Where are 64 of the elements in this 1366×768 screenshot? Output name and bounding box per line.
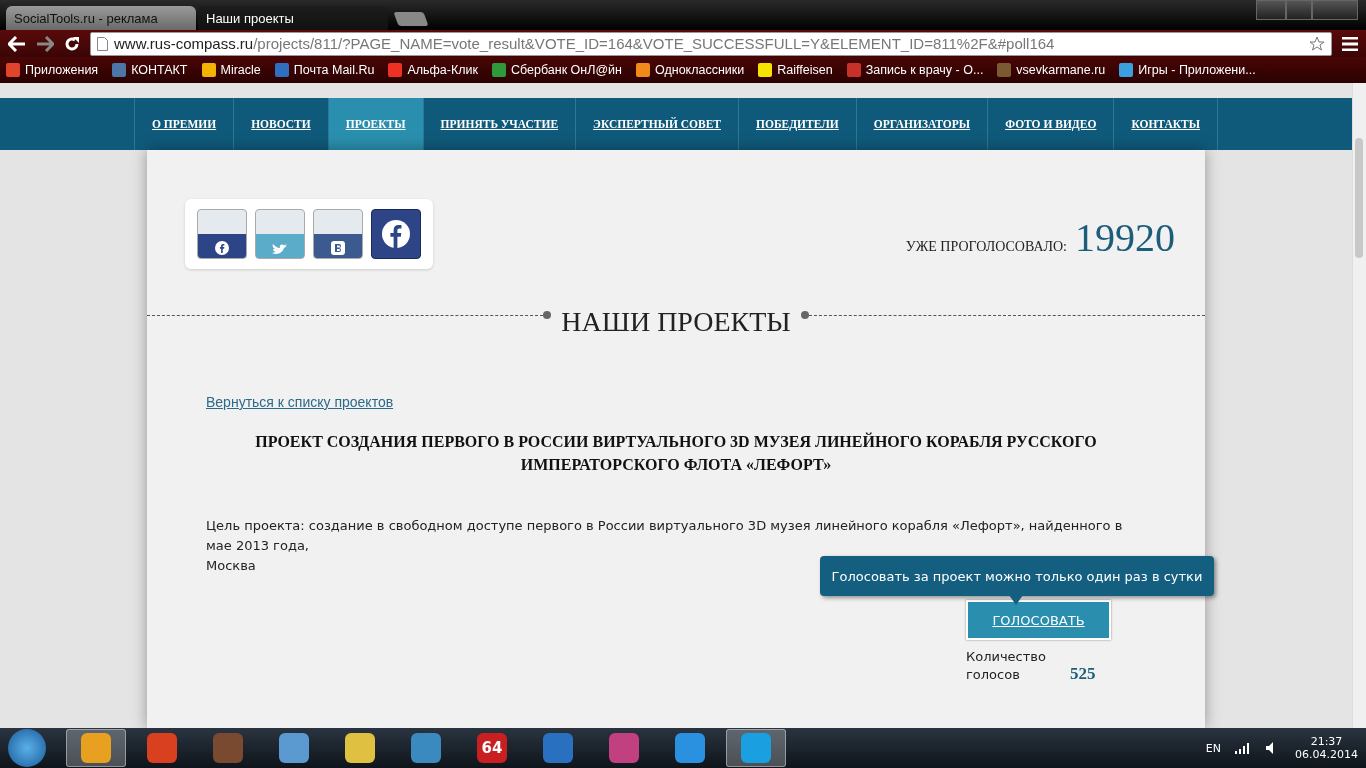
page-icon	[97, 36, 108, 51]
start-button[interactable]	[8, 729, 46, 767]
twitter-share-button[interactable]	[255, 209, 305, 259]
bookmark[interactable]: Приложения	[6, 63, 99, 77]
new-tab-button[interactable]	[393, 12, 429, 26]
facebook-share-button[interactable]	[197, 209, 247, 259]
bookmark[interactable]: Raiffeisen	[758, 63, 833, 77]
app-icon	[543, 733, 573, 763]
bookmark[interactable]: Альфа-Клик	[388, 63, 478, 77]
app-icon	[345, 733, 375, 763]
bird-icon	[272, 243, 288, 255]
bookmark[interactable]: Игры - Приложени...	[1119, 63, 1256, 77]
close-button[interactable]	[1312, 0, 1358, 20]
divider-dot	[543, 311, 552, 319]
facebook-button[interactable]	[371, 209, 421, 259]
vote-button[interactable]: ГОЛОСОВАТЬ	[966, 600, 1111, 640]
facebook-icon	[382, 220, 410, 248]
votes-total-value: 19920	[1075, 213, 1175, 261]
taskbar-app[interactable]: 64	[462, 729, 522, 767]
votes-label: Количество голосов	[966, 648, 1047, 684]
divider-dot	[800, 311, 809, 319]
scrollbar[interactable]	[1352, 83, 1366, 728]
bookmark[interactable]: Запись к врачу - О...	[846, 63, 984, 77]
bookmark[interactable]: Miracle	[201, 63, 261, 77]
language-indicator[interactable]: EN	[1205, 741, 1221, 755]
star-icon[interactable]	[1309, 35, 1325, 52]
bookmark[interactable]: КОНТАКТ	[112, 63, 188, 77]
app-icon	[279, 733, 309, 763]
back-icon[interactable]	[8, 35, 26, 52]
app-icon	[147, 733, 177, 763]
bookmark[interactable]: Почта Mail.Ru	[274, 63, 375, 77]
project-title: ПРОЕКТ СОЗДАНИЯ ПЕРВОГО В РОССИИ ВИРТУАЛЬНОГО 3D МУЗЕЯ ЛИНЕЙНОГО КОРАБЛЯ РУССКОГО ИМПЕРАТОРСКОГО ФЛОТА «ЛЕФОРТ»	[254, 431, 1098, 475]
bookmark[interactable]: vsevkarmane.ru	[997, 63, 1106, 77]
bookmark[interactable]: Одноклассники	[636, 63, 745, 77]
signal-icon[interactable]	[1235, 742, 1251, 754]
vk-icon	[331, 241, 345, 255]
app-icon	[609, 733, 639, 763]
votes-count: 525	[1070, 664, 1096, 684]
app-icon	[213, 733, 243, 763]
app-icon	[741, 733, 771, 763]
app-icon	[675, 733, 705, 763]
forward-icon[interactable]	[36, 35, 54, 52]
votes-total-label: УЖЕ ПРОГОЛОСОВАЛО:	[905, 238, 1067, 255]
bookmark[interactable]: Сбербанк ОнЛ@йн	[491, 63, 622, 77]
clock[interactable]: 21:37 06.04.2014	[1295, 735, 1358, 761]
url-host: www.rus-compass.ru	[114, 35, 254, 52]
back-link[interactable]: Вернуться к списку проектов	[206, 394, 394, 410]
browser-tab[interactable]: SocialTools.ru - реклама	[6, 6, 196, 30]
minimize-button[interactable]	[1256, 0, 1286, 20]
browser-tab[interactable]: Наши проекты	[198, 6, 388, 30]
app-icon: 64	[477, 733, 507, 763]
facebook-icon	[215, 241, 229, 255]
project-description: Цель проекта: создание в свободном доступе первого в России виртуального 3D музея линейного корабля «Лефорт», найденного в мае 2013 года,	[206, 517, 1124, 555]
app-icon	[81, 733, 111, 763]
url-path: /projects/811/?PAGE_NAME=vote_result&VOTE_ID=164&VOTE_SUCCESSFULL=Y&ELEMENT_ID=811%2F&#poll164	[253, 35, 1056, 52]
menu-icon[interactable]	[1342, 36, 1358, 51]
reload-icon[interactable]	[64, 35, 80, 52]
section-title: НАШИ ПРОЕКТЫ	[561, 306, 791, 338]
address-bar[interactable]: www.rus-compass.ru/projects/811/?PAGE_NAME=vote_result&VOTE_ID=164&VOTE_SUCCESSFULL=Y&ELEMENT_ID=811%2F&#poll164	[90, 31, 1332, 56]
nav-link[interactable]: ПРОЕКТЫ	[327, 98, 423, 150]
vk-share-button[interactable]	[313, 209, 363, 259]
restore-button[interactable]	[1286, 0, 1312, 20]
project-description: Москва	[206, 557, 256, 575]
app-icon	[411, 733, 441, 763]
